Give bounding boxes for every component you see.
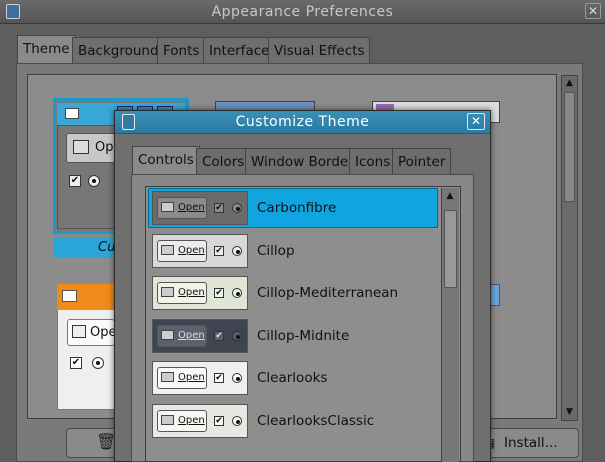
- preview-checkbox: ✔: [214, 373, 224, 383]
- preview-radio: [232, 416, 242, 426]
- tab-visual-effects[interactable]: Visual Effects: [268, 37, 371, 63]
- preview-checkbox: ✔: [214, 416, 224, 426]
- thumbnail-checkbox: ✔: [70, 357, 82, 369]
- folder-icon: [161, 245, 174, 255]
- thumbnail-checkbox: ✔: [69, 175, 81, 187]
- preview-radio: [232, 373, 242, 383]
- preview-checkbox: ✔: [214, 331, 224, 341]
- scroll-up-icon[interactable]: ▲: [443, 190, 457, 203]
- tab-colors[interactable]: Colors: [196, 148, 251, 174]
- folder-icon: [161, 330, 174, 340]
- scroll-up-icon[interactable]: ▲: [561, 76, 578, 91]
- scroll-down-icon[interactable]: ▼: [561, 405, 578, 420]
- thumbnail-radio: [88, 175, 100, 187]
- tab-fonts[interactable]: Fonts: [157, 37, 206, 63]
- tab-background[interactable]: Background: [72, 37, 165, 63]
- preview-radio: [232, 288, 242, 298]
- main-window-title: Appearance Preferences: [211, 4, 394, 20]
- preview-checkbox: ✔: [214, 203, 224, 213]
- preview-radio: [232, 331, 242, 341]
- gallery-scroll-thumb[interactable]: [564, 92, 575, 202]
- close-icon[interactable]: ✕: [585, 3, 601, 19]
- folder-icon: [72, 325, 86, 338]
- preview-radio: [232, 203, 242, 213]
- folder-icon: [161, 202, 174, 212]
- theme-name: Cillop-Midnite: [257, 328, 350, 344]
- preview-checkbox: ✔: [214, 288, 224, 298]
- folder-icon: [73, 140, 89, 154]
- tab-icons[interactable]: Icons: [349, 148, 397, 174]
- folder-icon: [161, 372, 174, 382]
- close-icon[interactable]: ✕: [467, 113, 485, 130]
- theme-name: Cillop-Mediterranean: [257, 285, 399, 301]
- folder-icon: [161, 415, 174, 425]
- thumbnail-radio: [92, 357, 104, 369]
- theme-name: Clearlooks: [257, 370, 328, 386]
- folder-icon: [161, 287, 174, 297]
- tab-controls[interactable]: Controls: [132, 146, 200, 175]
- tab-interface[interactable]: Interface: [203, 37, 276, 63]
- theme-name: ClearlooksClassic: [257, 413, 375, 429]
- theme-name: Carbonfibre: [257, 200, 337, 216]
- list-scroll-thumb[interactable]: [444, 210, 457, 288]
- dialog-title: Customize Theme: [235, 114, 370, 130]
- tab-theme[interactable]: Theme: [17, 35, 76, 64]
- tab-window-border[interactable]: Window Border: [245, 148, 360, 174]
- preview-radio: [232, 246, 242, 256]
- tab-pointer[interactable]: Pointer: [392, 148, 452, 174]
- preview-checkbox: ✔: [214, 246, 224, 256]
- window-icon: [65, 108, 79, 119]
- thumbnail-open-label: Ope: [90, 325, 117, 340]
- window-icon: [62, 290, 77, 302]
- trash-icon: 🗑: [96, 432, 117, 451]
- theme-name: Cillop: [257, 243, 295, 259]
- thumbnail-open-button: Ope: [67, 319, 117, 346]
